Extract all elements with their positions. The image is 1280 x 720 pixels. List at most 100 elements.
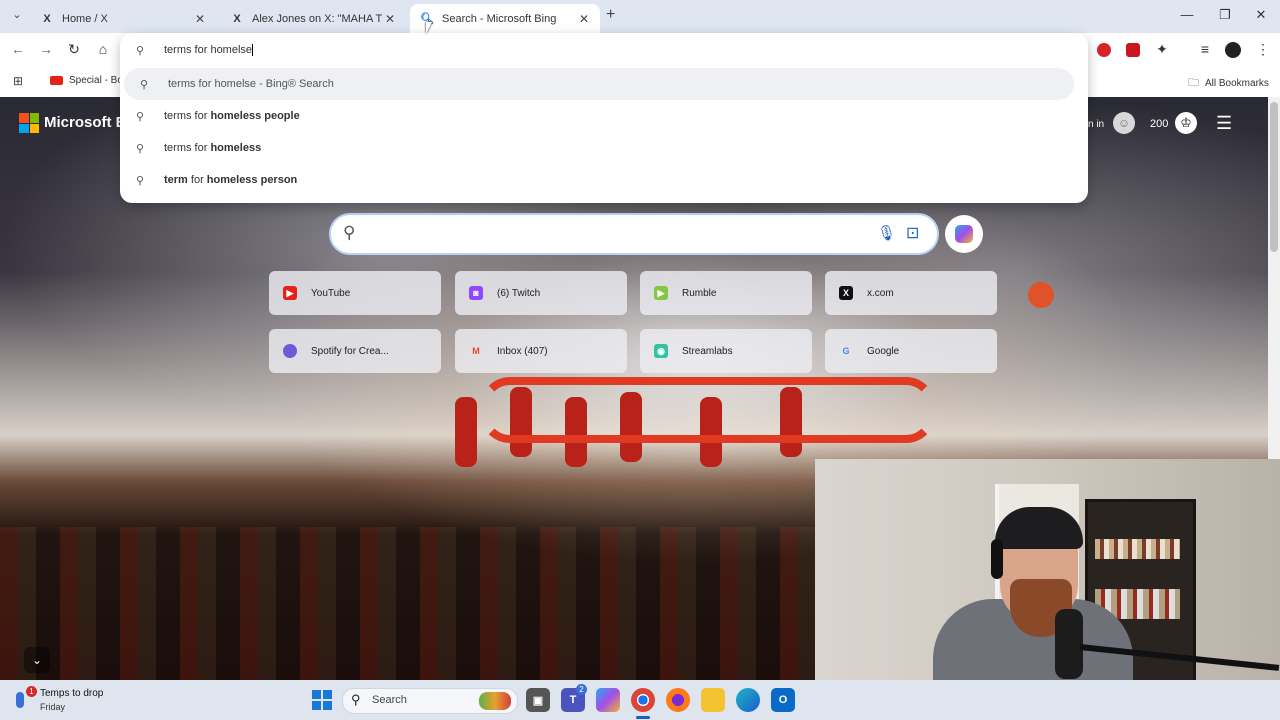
close-icon[interactable]: ✕ xyxy=(192,12,208,26)
chevron-down-icon[interactable]: ⌄ xyxy=(24,647,50,673)
tab-alex-jones[interactable]: X Alex Jones on X: "MAHA TRUTH ✕ xyxy=(220,4,406,33)
task-view-icon[interactable]: ▣ xyxy=(526,688,550,712)
reload-icon[interactable]: ↻ xyxy=(64,41,84,58)
firefox-icon[interactable] xyxy=(666,688,690,712)
search-icon: ⚲ xyxy=(136,110,145,123)
search-icon: ⚲ xyxy=(136,142,145,155)
extension-red-icon[interactable] xyxy=(1097,43,1111,57)
bing-logo-text[interactable]: Microsoft B xyxy=(44,114,127,131)
google-icon: G xyxy=(842,346,850,356)
search-icon: ⚲ xyxy=(343,223,356,242)
minimize-icon[interactable]: — xyxy=(1172,7,1202,22)
home-icon[interactable]: ⌂ xyxy=(93,41,113,57)
search-icon: ⚲ xyxy=(136,44,145,57)
suggestion-text: terms for homelse - Bing® Search xyxy=(168,78,334,90)
tab-home-x[interactable]: X Home / X ✕ xyxy=(30,4,216,33)
headphones xyxy=(991,539,1003,579)
new-tab-icon[interactable]: + xyxy=(606,6,615,24)
search-icon: ⚲ xyxy=(351,692,361,707)
suggestion-item[interactable]: ⚲ terms for homeless xyxy=(120,132,1088,164)
suggestion-item[interactable]: ⚲ term for homeless person xyxy=(120,164,1088,196)
x-icon: X xyxy=(233,12,241,25)
copilot-button[interactable] xyxy=(945,215,983,253)
tile-label: (6) Twitch xyxy=(497,287,541,299)
rumble-icon: ▶ xyxy=(654,286,668,300)
tile-rumble[interactable]: ▶ Rumble xyxy=(640,271,812,315)
tile-gmail[interactable]: M Inbox (407) xyxy=(455,329,627,373)
mouse-cursor xyxy=(426,22,438,34)
weather-widget[interactable]: 1 Temps to drop Friday xyxy=(14,686,144,714)
taskbar-search[interactable]: ⚲ Search xyxy=(342,688,518,714)
suggestion-item[interactable]: ⚲ terms for homelse - Bing® Search xyxy=(124,68,1074,100)
weather-title: Temps to drop xyxy=(40,688,104,699)
tile-label: Google xyxy=(867,345,900,357)
omnibox-dropdown: ⚲ terms for homelse ⚲ terms for homelse … xyxy=(120,33,1088,203)
visual-search-icon[interactable]: ⊡ xyxy=(906,223,919,243)
weather-sub: Friday xyxy=(40,702,66,712)
file-explorer-icon[interactable] xyxy=(701,688,725,712)
suggestion-bold: homeless xyxy=(210,142,262,154)
user-avatar-icon[interactable]: ☺ xyxy=(1113,112,1135,134)
bing-search-box[interactable]: ⚲ 🎙︎ ⊡ xyxy=(329,213,939,255)
tab-bing-search[interactable]: 🔍︎ Search - Microsoft Bing ✕ xyxy=(410,4,600,33)
search-icon: ⚲ xyxy=(136,174,145,187)
suggestion-bold: term xyxy=(164,174,188,186)
extensions-puzzle-icon[interactable]: ✦ xyxy=(1152,41,1172,58)
all-bookmarks-label: All Bookmarks xyxy=(1205,78,1269,89)
apps-grid-icon[interactable]: ⊞ xyxy=(13,74,23,88)
window-close-icon[interactable]: ✕ xyxy=(1246,7,1276,23)
microphone-icon[interactable]: 🎙︎ xyxy=(877,224,896,242)
tile-label: Spotify for Crea... xyxy=(311,345,389,357)
search-highlight-icon xyxy=(479,692,511,710)
tile-youtube[interactable]: ▶ YouTube xyxy=(269,271,441,315)
maximize-icon[interactable]: ❐ xyxy=(1210,7,1240,23)
suggestion-item[interactable]: ⚲ terms for homeless people xyxy=(120,100,1088,132)
tile-label: Streamlabs xyxy=(682,345,733,357)
outlook-icon[interactable]: O xyxy=(771,688,795,712)
shelf-books xyxy=(1095,539,1180,559)
address-bar[interactable]: ⚲ terms for homelse xyxy=(120,34,1088,66)
tab-search-icon[interactable]: ⌄ xyxy=(8,8,26,21)
tab-bar: ⌄ X Home / X ✕ X Alex Jones on X: "MAHA … xyxy=(0,0,1280,33)
tile-x[interactable]: X x.com xyxy=(825,271,997,315)
microphone xyxy=(1055,609,1083,679)
youtube-icon: ▶ xyxy=(283,286,297,300)
tile-google[interactable]: G Google xyxy=(825,329,997,373)
suggestion-text: terms for xyxy=(164,110,211,122)
close-icon[interactable]: ✕ xyxy=(382,12,398,26)
thermometer-icon xyxy=(16,692,24,708)
rewards-icon[interactable]: ♔ xyxy=(1175,112,1197,134)
tile-spotify[interactable]: Spotify for Crea... xyxy=(269,329,441,373)
forward-icon[interactable]: → xyxy=(36,41,56,57)
all-bookmarks[interactable]: 🗀 All Bookmarks xyxy=(1188,74,1269,93)
extension-box-icon[interactable] xyxy=(1126,43,1140,57)
scrollbar-thumb[interactable] xyxy=(1270,102,1278,252)
close-icon[interactable]: ✕ xyxy=(576,12,592,26)
tile-label: YouTube xyxy=(311,287,351,299)
profile-avatar[interactable] xyxy=(1225,42,1241,58)
menu-icon[interactable]: ⋮ xyxy=(1253,41,1273,58)
copilot-taskbar-icon[interactable] xyxy=(596,688,620,712)
x-icon: X xyxy=(43,12,51,25)
tile-label: Inbox (407) xyxy=(497,345,548,357)
tile-label: x.com xyxy=(867,287,894,299)
reading-list-icon[interactable]: ≡ xyxy=(1195,41,1215,57)
tile-twitch[interactable]: ◙ (6) Twitch xyxy=(455,271,627,315)
back-icon[interactable]: ← xyxy=(8,41,28,57)
windows-start-icon[interactable] xyxy=(312,690,332,710)
tab-title: Home / X xyxy=(62,12,108,25)
tab-title: Alex Jones on X: "MAHA TRUTH xyxy=(252,12,382,25)
chrome-icon[interactable] xyxy=(631,688,655,712)
streamlabs-icon: ◉ xyxy=(654,344,668,358)
dancer-figure xyxy=(455,397,477,467)
tile-streamlabs[interactable]: ◉ Streamlabs xyxy=(640,329,812,373)
address-input[interactable]: terms for homelse xyxy=(164,44,252,56)
x-icon: X xyxy=(839,286,853,300)
tile-label: Rumble xyxy=(682,287,717,299)
edge-icon[interactable] xyxy=(736,688,760,712)
bookmark-special[interactable]: Special - Bo xyxy=(50,75,123,86)
hamburger-menu-icon[interactable]: ☰ xyxy=(1216,113,1232,134)
rewards-points[interactable]: 200 xyxy=(1150,118,1168,130)
microsoft-logo-icon[interactable] xyxy=(19,113,39,133)
sign-in-label[interactable]: n in xyxy=(1088,119,1104,130)
